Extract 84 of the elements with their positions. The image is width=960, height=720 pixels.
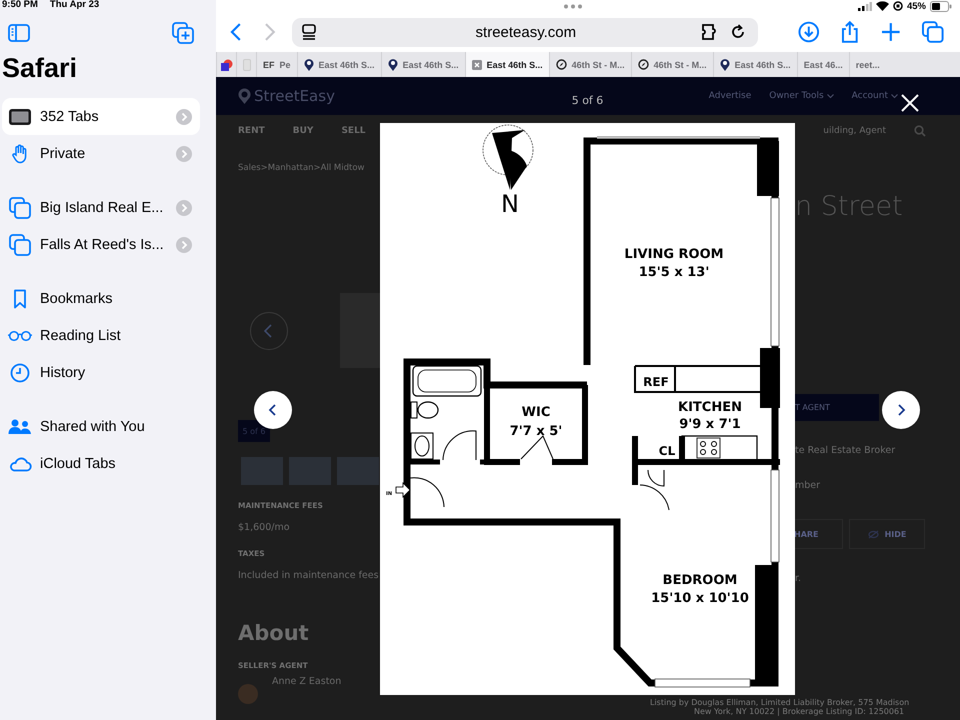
section-heading: About <box>238 621 310 645</box>
caret-icon <box>891 94 898 98</box>
sidebar-item[interactable]: Bookmarks <box>2 280 200 317</box>
tab-group-icon <box>8 196 32 218</box>
tabs-overview-icon[interactable] <box>922 21 944 43</box>
sidebar-item[interactable]: Reading List <box>2 317 200 354</box>
room-dimensions: 15'10 x 10'10 <box>651 591 749 606</box>
sidebar-item[interactable]: iCloud Tabs <box>2 445 200 482</box>
address-field[interactable]: streeteasy.com <box>292 18 758 46</box>
contact-agent-button[interactable]: T AGENT <box>795 394 879 421</box>
sidebar-item[interactable]: History <box>2 354 200 391</box>
avatar <box>238 684 258 704</box>
sidebar-item[interactable]: Falls At Reed's Is... <box>2 226 200 263</box>
listing-credit: New York, NY 10022 | Brokerage Listing ID: 1250061 <box>694 707 906 716</box>
share-icon[interactable] <box>841 20 859 44</box>
room-name: KITCHEN <box>678 400 742 415</box>
browser-tab[interactable]: East 46th S... <box>464 52 549 77</box>
sidebar-item[interactable]: Private <box>2 135 200 172</box>
orientation-lock-icon <box>892 1 903 11</box>
nav-link[interactable]: RENT <box>238 126 265 136</box>
reload-icon[interactable] <box>730 24 746 40</box>
close-tab-icon[interactable] <box>472 60 482 70</box>
room-dimensions: 7'7 x 5' <box>510 424 562 439</box>
agent-name[interactable]: Anne Z Easton <box>272 676 342 687</box>
battery-percent: 45% <box>906 0 926 12</box>
close-icon[interactable] <box>901 94 919 112</box>
glasses-icon <box>8 328 32 342</box>
detail-value: Included in maintenance fees <box>238 570 380 581</box>
detail-text: mber <box>795 480 822 491</box>
multitask-dots-icon[interactable] <box>563 4 583 8</box>
room-name: BEDROOM <box>662 573 738 588</box>
header-link[interactable]: Owner Tools <box>769 91 834 101</box>
next-button[interactable] <box>882 391 920 429</box>
detail-value: $1,600/mo <box>238 522 291 533</box>
wifi-icon <box>876 1 889 11</box>
new-tab-group-icon[interactable] <box>172 22 194 44</box>
listing-credit: Listing by Douglas Elliman, Limited Liability Broker, 575 Madison <box>650 698 910 707</box>
new-tab-icon[interactable] <box>880 22 900 42</box>
room-label: CL <box>658 444 676 458</box>
clock-icon <box>8 362 32 382</box>
photo-counter: 5 of 6 <box>572 94 604 107</box>
room-dimensions: 15'5 x 13' <box>638 265 710 280</box>
status-time: 9:50 PM <box>2 0 38 12</box>
people-icon <box>8 418 32 436</box>
compass-icon <box>638 59 649 70</box>
sidebar-toggle-icon[interactable] <box>8 24 30 42</box>
detail-text: r. <box>795 573 802 584</box>
room-name: WIC <box>522 405 550 420</box>
pin-icon <box>720 58 730 71</box>
hide-button[interactable]: HIDE <box>849 519 925 549</box>
download-icon[interactable] <box>798 21 820 43</box>
tab-group-icon <box>8 234 32 256</box>
signal-icon <box>858 2 872 10</box>
sidebar-item[interactable]: 352 Tabs <box>2 98 200 135</box>
previous-button[interactable] <box>254 391 292 429</box>
sidebar-title: Safari <box>2 52 78 84</box>
pin-icon <box>304 58 314 71</box>
status-date: Thu Apr 23 <box>50 0 100 12</box>
favicon-icon <box>242 58 250 70</box>
header-link[interactable]: Advertise <box>708 91 752 101</box>
nav-link[interactable]: SELL <box>341 126 366 136</box>
sidebar-item[interactable]: Shared with You <box>2 408 200 445</box>
pin-icon <box>388 58 398 71</box>
page-menu-icon[interactable] <box>302 24 316 40</box>
breadcrumb: Sales>Manhattan>All Midtow <box>238 163 366 173</box>
favicon-icon <box>220 58 232 70</box>
compass-icon <box>556 59 567 70</box>
header-link[interactable]: Account <box>852 91 898 101</box>
back-icon[interactable] <box>230 22 242 42</box>
sidebar-item[interactable]: Big Island Real E... <box>2 189 200 226</box>
tablet-icon <box>8 108 32 126</box>
search-field[interactable]: uilding, Agent <box>823 126 886 136</box>
eye-slash-icon <box>868 530 879 538</box>
nav-link[interactable]: BUY <box>292 126 314 136</box>
room-name: LIVING ROOM <box>624 247 724 262</box>
battery-icon <box>930 0 952 12</box>
compass-label: N <box>501 190 519 218</box>
detail-text: te Real Estate Broker <box>795 445 896 456</box>
room-dimensions: 9'9 x 7'1 <box>679 417 741 432</box>
cloud-icon <box>8 456 32 472</box>
room-label: REF <box>643 375 669 389</box>
site-logo[interactable]: StreetEasy <box>254 87 335 105</box>
caret-icon <box>826 94 834 98</box>
logo-pin-icon <box>238 88 251 104</box>
